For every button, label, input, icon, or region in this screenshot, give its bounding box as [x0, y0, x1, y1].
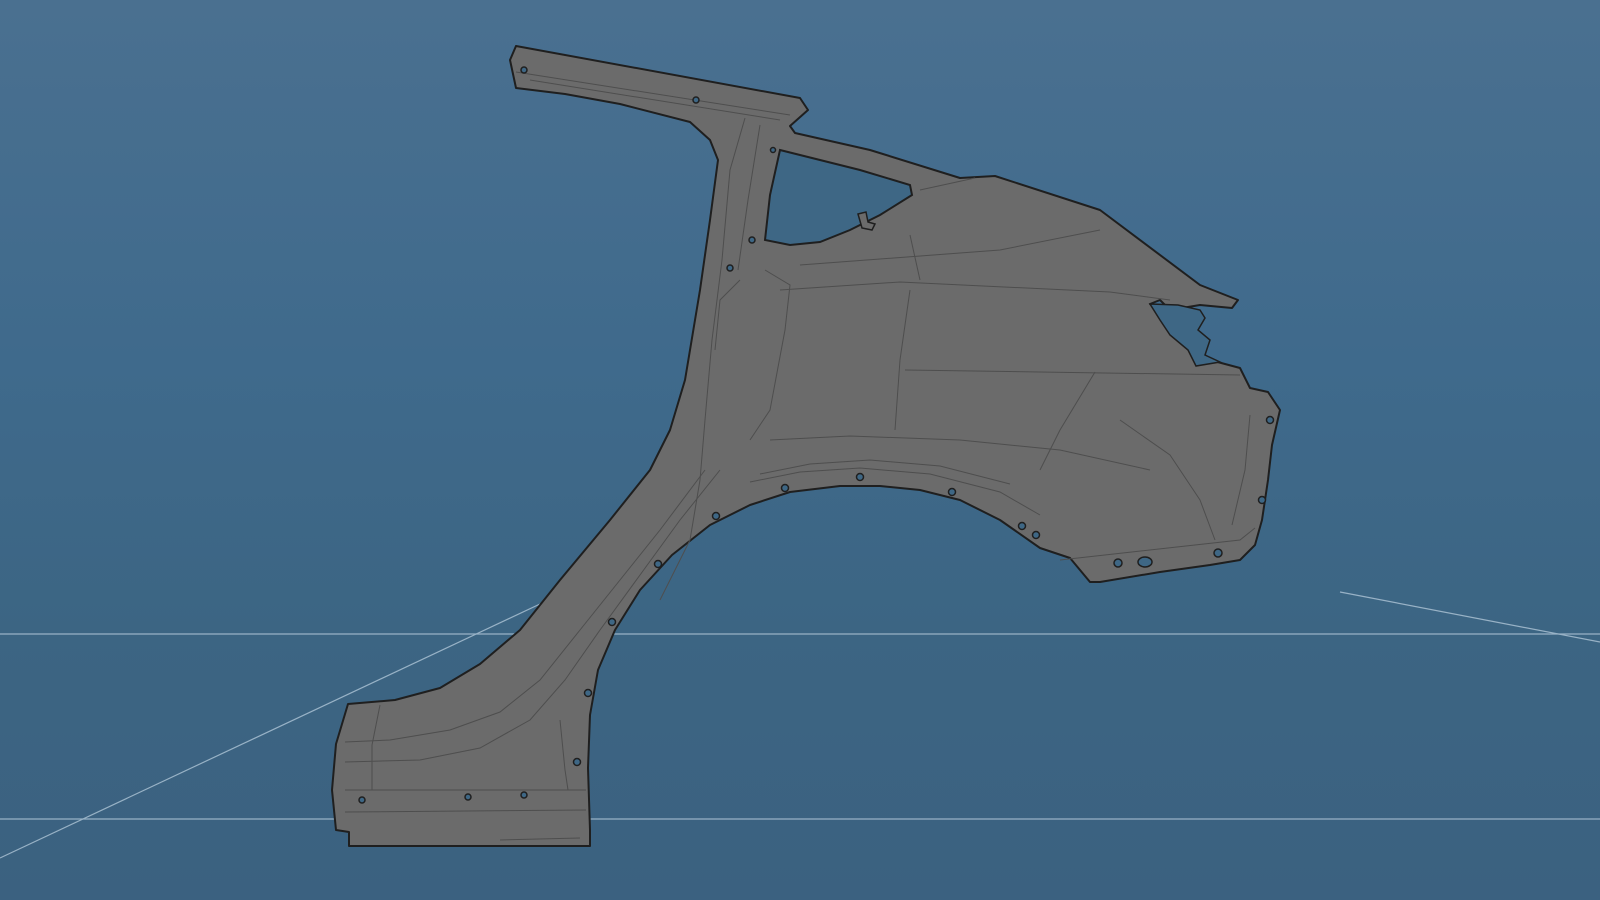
hole [726, 264, 734, 272]
hole [711, 511, 721, 521]
hole [947, 487, 957, 497]
viewport-scene[interactable] [0, 0, 1600, 900]
hole [1257, 495, 1267, 505]
hole [1265, 415, 1275, 425]
hole [358, 796, 366, 804]
hole [1017, 521, 1027, 531]
hole [583, 688, 593, 698]
hole [572, 757, 582, 767]
hole [1213, 548, 1223, 558]
hole [520, 791, 528, 799]
hole [748, 236, 756, 244]
hole [780, 483, 790, 493]
hole [464, 793, 472, 801]
hole [653, 559, 663, 569]
ground-grid [0, 591, 1600, 859]
hole [1031, 530, 1041, 540]
hole [1137, 556, 1153, 568]
hole [520, 66, 528, 74]
hole [769, 146, 777, 154]
hole [855, 472, 865, 482]
hole [692, 96, 700, 104]
hole [607, 617, 617, 627]
3d-viewport[interactable] [0, 0, 1600, 900]
quarter-panel-model[interactable] [331, 45, 1281, 847]
hole [1113, 558, 1123, 568]
